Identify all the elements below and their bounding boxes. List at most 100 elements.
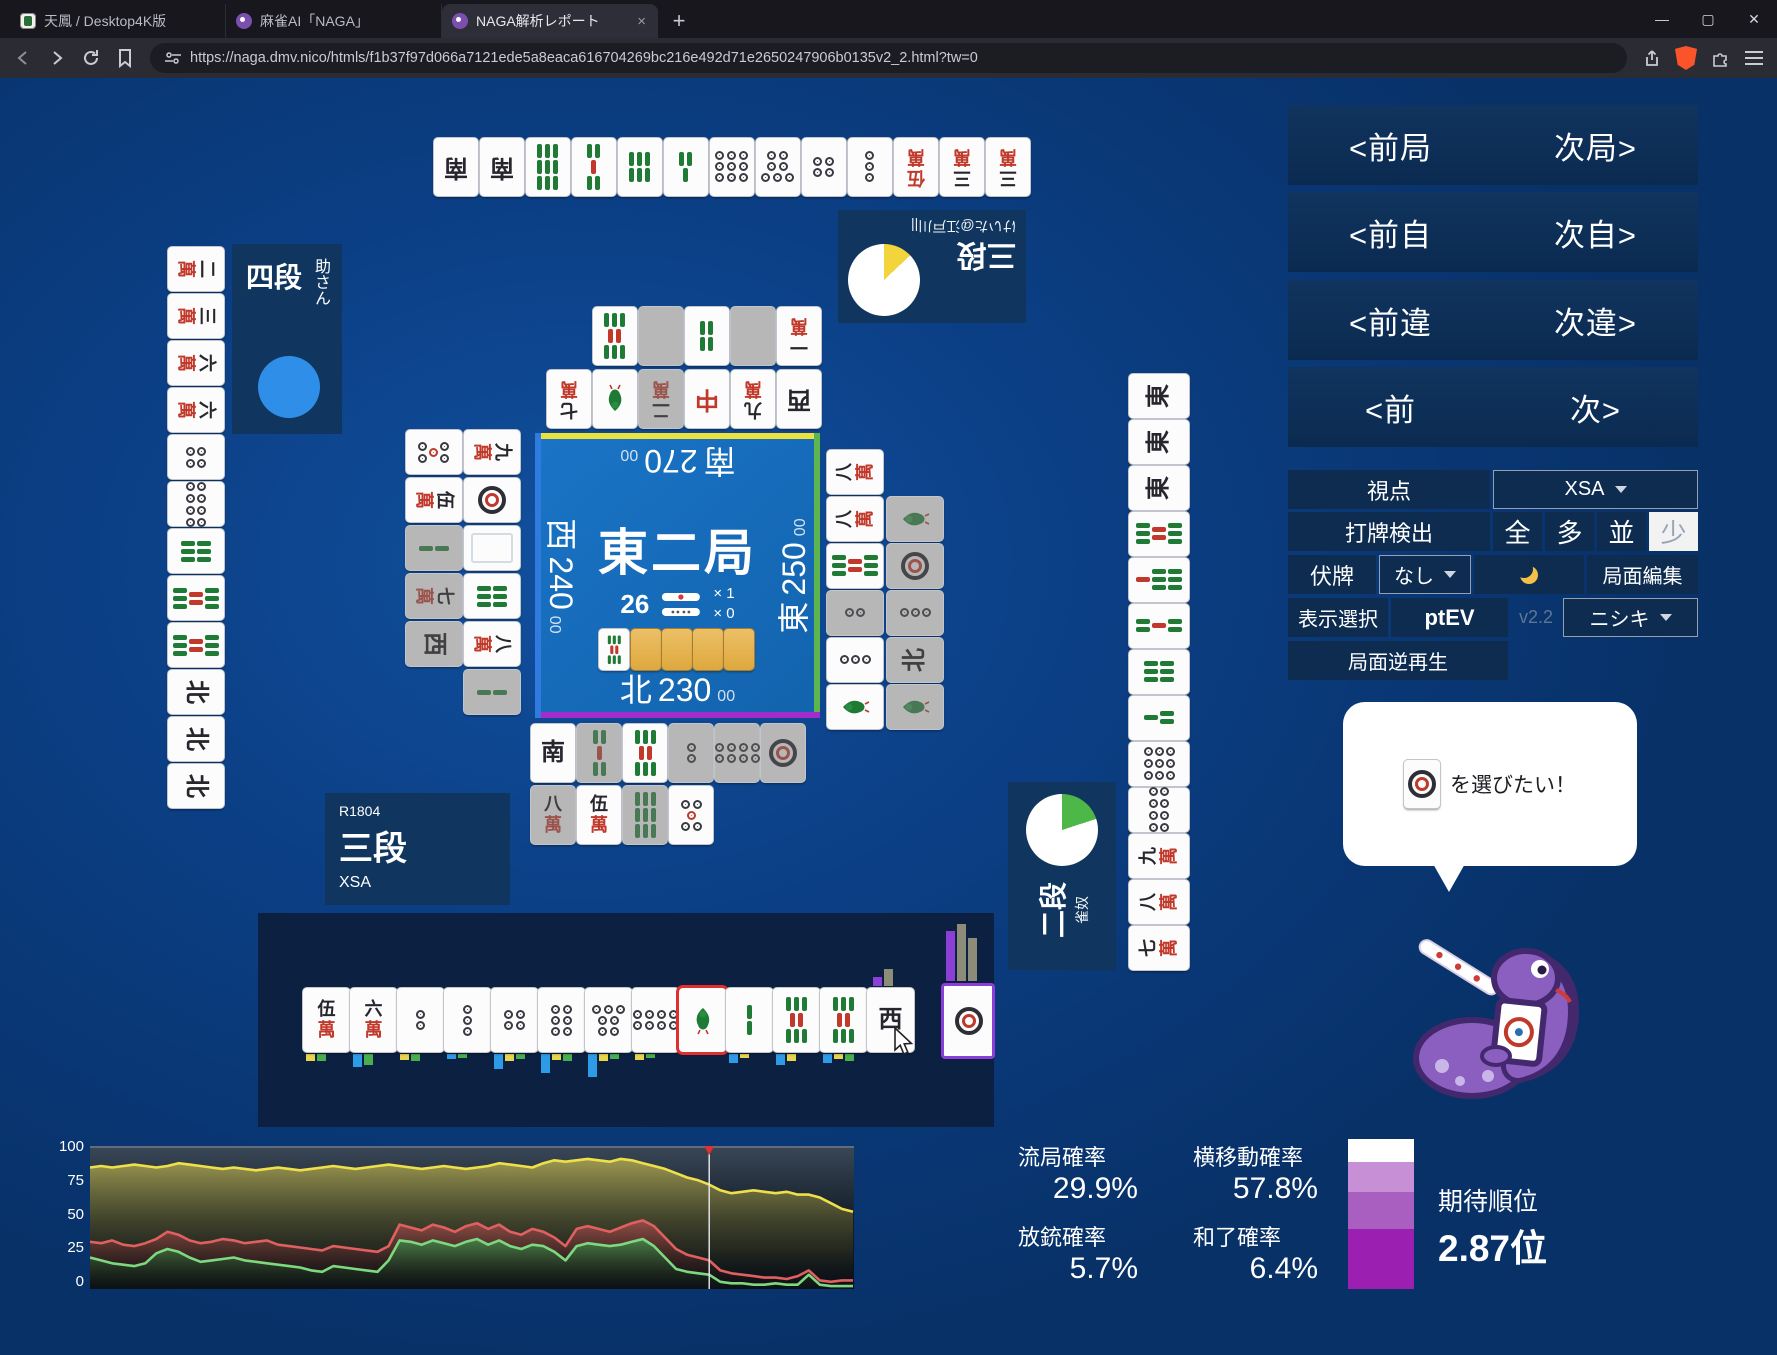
mahjong-tile-1s xyxy=(827,685,883,729)
tab-naga-home[interactable]: 麻雀AI「NAGA」 xyxy=(226,4,442,38)
eval-bar xyxy=(646,1054,655,1058)
mahjong-tile-3p[interactable] xyxy=(444,988,491,1052)
player-rank: 三段 xyxy=(911,236,1017,280)
window-minimize-icon[interactable]: — xyxy=(1639,0,1685,38)
new-tab-button[interactable]: + xyxy=(664,6,694,36)
score-south: 南27000 xyxy=(620,440,735,486)
eval-bar xyxy=(610,1054,619,1059)
mahjong-tile-5p xyxy=(406,430,462,474)
model-value: ニシキ xyxy=(1590,603,1650,632)
window-maximize-icon[interactable]: ▢ xyxy=(1685,0,1731,38)
mahjong-tile-8s[interactable] xyxy=(773,988,820,1052)
round-info-row: 26 × 1 × 0 xyxy=(620,585,734,623)
night-mode-cell[interactable] xyxy=(1474,555,1584,594)
eval-bar xyxy=(516,1054,525,1059)
share-icon[interactable] xyxy=(1637,43,1667,73)
prev-kyoku-button[interactable]: <前局 xyxy=(1288,105,1493,185)
next-mismatch-button[interactable]: 次違> xyxy=(1493,280,1698,360)
forward-icon[interactable] xyxy=(42,43,72,73)
extensions-icon[interactable] xyxy=(1705,43,1735,73)
tenhou-favicon xyxy=(20,13,36,29)
chevron-down-icon xyxy=(1444,571,1456,578)
eval-bar xyxy=(884,969,893,986)
fusehai-select[interactable]: なし xyxy=(1379,555,1471,594)
prev-mismatch-button[interactable]: <前違 xyxy=(1288,280,1493,360)
mahjong-tile-8p xyxy=(1129,788,1189,832)
probability-chart[interactable] xyxy=(90,1146,854,1294)
display-mode-button[interactable]: ptEV xyxy=(1391,598,1508,637)
mahjong-tile-S: 南 xyxy=(531,724,575,782)
viewpoint-select[interactable]: XSA xyxy=(1493,470,1698,509)
brave-shield-icon[interactable] xyxy=(1671,43,1701,73)
expected-rank-label: 期待順位 xyxy=(1438,1182,1538,1218)
eval-bar xyxy=(541,1054,550,1073)
mahjong-tile-7p[interactable] xyxy=(585,988,632,1052)
mahjong-tile-8s[interactable] xyxy=(820,988,867,1052)
eval-bar xyxy=(563,1054,572,1061)
stat-label-draw: 流局確率 xyxy=(1018,1140,1106,1172)
dahai-option-all[interactable]: 全 xyxy=(1493,512,1542,551)
mahjong-tile-6p[interactable] xyxy=(538,988,585,1052)
mahjong-tile-blank xyxy=(731,307,775,365)
mahjong-tile-E: 東 xyxy=(1129,420,1189,464)
bubble-text: を選びたい！ xyxy=(1450,769,1576,799)
mahjong-tile-7m: 七萬 xyxy=(547,370,591,428)
prev-self-turn-button[interactable]: <前自 xyxy=(1288,192,1493,272)
tab-tenhou[interactable]: 天鳳 / Desktop4K版 xyxy=(10,4,226,38)
mahjong-tile-2m: 二萬 xyxy=(639,370,683,428)
mahjong-tile-8s xyxy=(827,544,883,588)
mahjong-tile-1p xyxy=(464,478,520,522)
mahjong-tile-8s xyxy=(599,629,629,670)
tab-naga-report[interactable]: NAGA解析レポート × xyxy=(442,4,658,38)
board-edit-button[interactable]: 局面編集 xyxy=(1587,555,1698,594)
mahjong-tile-8m: 八萬 xyxy=(827,497,883,541)
mahjong-tile-5m[interactable]: 伍萬 xyxy=(303,988,350,1052)
mahjong-tile-back xyxy=(662,629,692,670)
window-close-icon[interactable]: ✕ xyxy=(1731,0,1777,38)
mahjong-tile-S: 南 xyxy=(434,138,478,196)
mahjong-tile-N: 北 xyxy=(168,670,224,714)
site-settings-icon[interactable] xyxy=(164,51,182,65)
url-text[interactable]: https://naga.dmv.nico/htmls/f1b37f97d066… xyxy=(190,50,978,66)
reload-icon[interactable] xyxy=(76,43,106,73)
dahai-detect-label: 打牌検出 xyxy=(1288,512,1490,551)
mahjong-tile-8s xyxy=(623,724,667,782)
next-step-button[interactable]: 次> xyxy=(1493,367,1698,447)
eval-bar xyxy=(411,1054,420,1061)
back-icon[interactable] xyxy=(8,43,38,73)
mouse-cursor xyxy=(893,1028,917,1056)
address-bar[interactable]: https://naga.dmv.nico/htmls/f1b37f97d066… xyxy=(150,43,1627,73)
reverse-replay-button[interactable]: 局面逆再生 xyxy=(1288,641,1508,680)
mahjong-tile-1p[interactable] xyxy=(945,989,992,1053)
dahai-option-few[interactable]: 少 xyxy=(1649,512,1698,551)
mahjong-tile-2s[interactable] xyxy=(726,988,773,1052)
prev-step-button[interactable]: <前 xyxy=(1288,367,1493,447)
eval-bar xyxy=(845,1054,854,1061)
mahjong-tile-4p[interactable] xyxy=(491,988,538,1052)
tab-close-icon[interactable]: × xyxy=(635,13,648,30)
menu-icon[interactable] xyxy=(1739,43,1769,73)
mahjong-tile-2p[interactable] xyxy=(397,988,444,1052)
mahjong-tile-1s[interactable] xyxy=(679,988,726,1052)
center-info-square: 南27000 西24000 東25000 北23000 東二局 26 × 1 ×… xyxy=(535,433,820,718)
display-select-label[interactable]: 表示選択 xyxy=(1288,598,1388,637)
mahjong-tile-5p xyxy=(669,786,713,844)
mahjong-tile-6m[interactable]: 六萬 xyxy=(350,988,397,1052)
model-select[interactable]: ニシキ xyxy=(1563,598,1698,637)
eval-bar xyxy=(505,1054,514,1061)
player-rating: R1804 xyxy=(339,803,496,819)
chart-y-tick: 25 xyxy=(40,1239,84,1256)
mahjong-tile-8p[interactable] xyxy=(632,988,679,1052)
mahjong-tile-back xyxy=(724,629,754,670)
eval-bar xyxy=(353,1054,362,1067)
next-self-turn-button[interactable]: 次自> xyxy=(1493,192,1698,272)
next-kyoku-button[interactable]: 次局> xyxy=(1493,105,1698,185)
dahai-option-many[interactable]: 多 xyxy=(1545,512,1594,551)
eval-bar xyxy=(740,1054,749,1058)
mahjong-tile-6s xyxy=(168,529,224,573)
bookmark-icon[interactable] xyxy=(110,43,140,73)
eval-bar xyxy=(834,1054,843,1059)
mahjong-tile-8m: 八萬 xyxy=(464,622,520,666)
dahai-option-normal[interactable]: 並 xyxy=(1597,512,1646,551)
tab-title: NAGA解析レポート xyxy=(476,11,627,31)
